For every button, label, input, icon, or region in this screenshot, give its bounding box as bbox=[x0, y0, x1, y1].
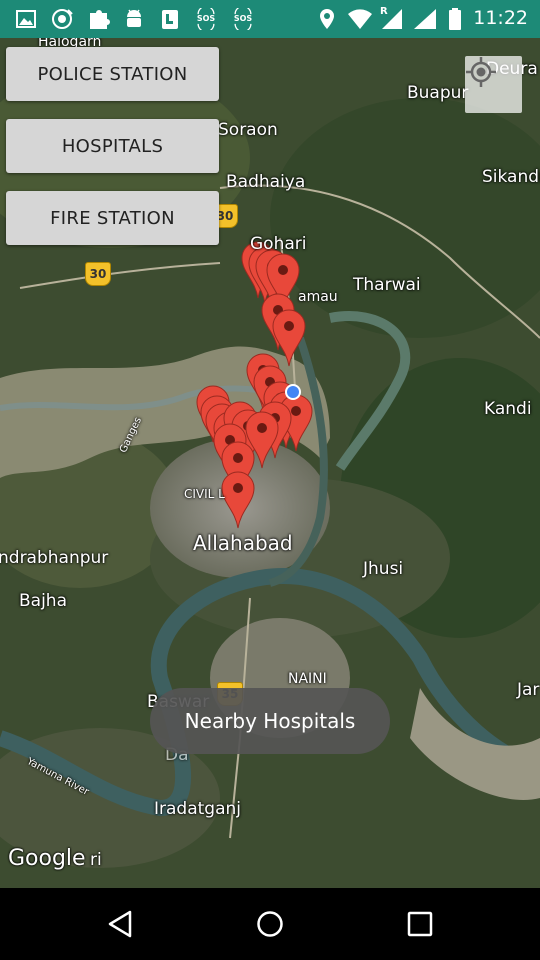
place-sikandra: Sikandr bbox=[482, 167, 540, 187]
location-icon bbox=[318, 8, 336, 30]
place-naini: NAINI bbox=[288, 671, 327, 687]
target-icon bbox=[50, 8, 74, 30]
place-amau: amau bbox=[298, 289, 338, 305]
android-icon bbox=[124, 8, 144, 30]
place-buapur: Buapur bbox=[407, 83, 469, 103]
back-icon bbox=[108, 910, 132, 938]
place-tharwai: Tharwai bbox=[353, 275, 421, 295]
sos-icon-2: SOS bbox=[230, 8, 256, 30]
google-logo: Google bbox=[8, 846, 86, 871]
navigation-bar bbox=[0, 888, 540, 960]
home-button[interactable] bbox=[248, 902, 292, 946]
hospital-marker-dot bbox=[257, 423, 267, 433]
current-location-dot bbox=[287, 386, 299, 398]
hospital-marker-dot bbox=[233, 453, 243, 463]
place-kandi: Kandi bbox=[484, 399, 532, 419]
police-station-button[interactable]: POLICE STATION bbox=[6, 47, 219, 101]
signal-icon bbox=[412, 8, 438, 30]
place-civil-lines: CIVIL L bbox=[184, 487, 225, 501]
crosshair-icon bbox=[466, 57, 496, 87]
clipboard-icon bbox=[160, 8, 180, 30]
puzzle-icon bbox=[88, 8, 110, 30]
back-button[interactable] bbox=[98, 902, 142, 946]
highway-shield: 30 bbox=[85, 262, 111, 286]
battery-icon bbox=[448, 8, 462, 30]
status-bar: SOS SOS R 11:22 bbox=[0, 0, 540, 38]
place-soraon: Soraon bbox=[218, 120, 278, 140]
place-jar: Jar bbox=[517, 680, 540, 700]
my-location-button[interactable] bbox=[465, 56, 522, 113]
sos-icon: SOS bbox=[193, 8, 219, 30]
clock: 11:22 bbox=[473, 7, 528, 29]
place-gohari: Gohari bbox=[250, 234, 307, 254]
home-icon bbox=[257, 911, 283, 937]
place-chandrabhanpur: ndrabhanpur bbox=[0, 548, 109, 568]
place-badhaiya: Badhaiya bbox=[226, 172, 306, 192]
gallery-icon bbox=[16, 8, 36, 30]
hospital-marker-dot bbox=[284, 321, 294, 331]
signal-roaming-icon: R bbox=[378, 6, 404, 30]
fire-station-button[interactable]: FIRE STATION bbox=[6, 191, 219, 245]
hospital-marker-dot bbox=[291, 406, 301, 416]
place-bajha: Bajha bbox=[19, 591, 67, 611]
hospital-marker-dot bbox=[278, 265, 288, 275]
recents-button[interactable] bbox=[398, 902, 442, 946]
place-jhusi: Jhusi bbox=[363, 559, 404, 579]
place-ri: ri bbox=[90, 850, 102, 870]
hospitals-button[interactable]: HOSPITALS bbox=[6, 119, 219, 173]
place-iradatganj: Iradatganj bbox=[154, 799, 242, 819]
toast-message: Nearby Hospitals bbox=[150, 688, 390, 754]
place-allahabad: Allahabad bbox=[193, 531, 293, 555]
hospital-marker-dot bbox=[233, 483, 243, 493]
wifi-icon bbox=[347, 8, 373, 30]
recents-icon bbox=[407, 911, 433, 937]
